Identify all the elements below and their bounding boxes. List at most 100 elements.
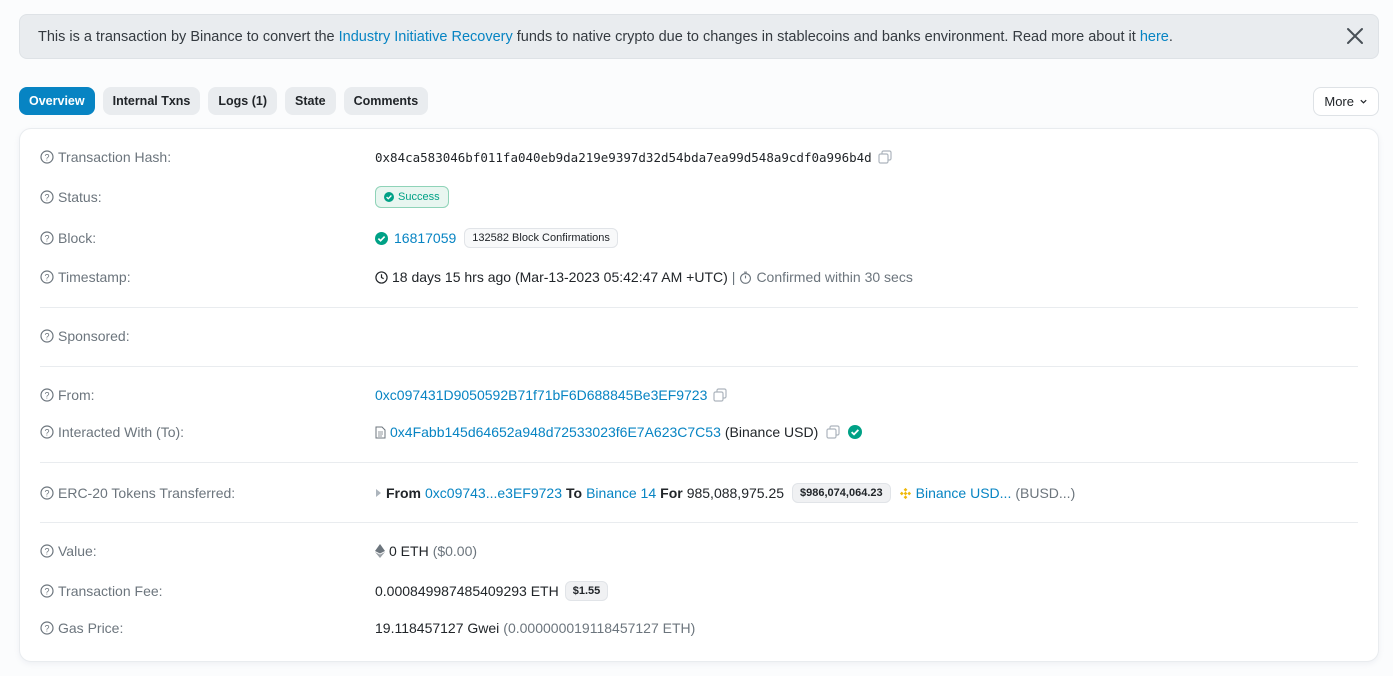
erc20-to-link[interactable]: Binance 14 [586,485,656,501]
row-gas-price: ? Gas Price: 19.118457127 Gwei (0.000000… [40,620,1358,636]
to-label: Interacted With (To): [58,424,185,440]
tab-comments[interactable]: Comments [343,87,429,115]
svg-text:?: ? [44,153,49,163]
erc20-to-word: To [566,485,583,501]
row-interacted-with: ? Interacted With (To): 0x4Fabb145d64652… [40,424,1358,440]
industry-initiative-link[interactable]: Industry Initiative Recovery [339,29,513,45]
tab-internal-txns[interactable]: Internal Txns [102,87,201,115]
gas-price-label: Gas Price: [58,620,124,636]
divider [40,307,1358,308]
help-icon: ? [40,231,54,245]
row-value: ? Value: 0 ETH ($0.00) [40,543,1358,559]
svg-text:?: ? [44,193,49,203]
row-block: ? Block: 16817059 132582 Block Confirmat… [40,228,1358,248]
busd-token-icon [899,487,912,500]
chevron-down-icon [1359,97,1368,106]
status-badge: Success [375,186,449,208]
divider [40,366,1358,367]
help-icon: ? [40,150,54,164]
contract-file-icon [375,426,386,439]
help-icon: ? [40,486,54,500]
value-eth: 0 ETH [389,543,429,559]
timestamp-label: Timestamp: [58,269,131,285]
clock-icon [375,270,388,284]
svg-text:?: ? [44,234,49,244]
caret-right-icon [375,488,382,498]
row-status: ? Status: Success [40,186,1358,208]
svg-text:?: ? [44,624,49,634]
help-icon: ? [40,190,54,204]
transaction-hash: 0x84ca583046bf011fa040eb9da219e9397d32d5… [375,149,872,165]
help-icon: ? [40,621,54,635]
banner-text: This is a transaction by Binance to conv… [38,28,1173,45]
help-icon: ? [40,544,54,558]
status-text: Success [398,191,440,203]
transaction-overview-card: ? Transaction Hash: 0x84ca583046bf011fa0… [19,128,1379,662]
help-icon: ? [40,584,54,598]
check-circle-icon [384,192,394,202]
tab-bar: Overview Internal Txns Logs (1) State Co… [19,87,429,115]
divider [40,522,1358,523]
svg-text:?: ? [44,587,49,597]
help-icon: ? [40,329,54,343]
to-contract-name: (Binance USD) [724,424,819,440]
row-hash: ? Transaction Hash: 0x84ca583046bf011fa0… [40,149,1358,165]
row-timestamp: ? Timestamp: 18 days 15 hrs ago (Mar-13-… [40,269,1358,285]
svg-text:?: ? [44,273,49,283]
block-number-link[interactable]: 16817059 [394,230,456,246]
copy-icon[interactable] [713,388,727,402]
check-circle-icon [375,231,388,245]
erc20-from-word: From [386,485,421,501]
help-icon: ? [40,388,54,402]
row-from: ? From: 0xc097431D9050592B71f71bF6D68884… [40,387,1358,403]
value-label: Value: [58,543,97,559]
erc20-for-word: For [660,485,683,501]
help-icon: ? [40,270,54,284]
erc20-label: ERC-20 Tokens Transferred: [58,485,236,501]
more-dropdown-button[interactable]: More [1313,87,1379,116]
to-address-link[interactable]: 0x4Fabb145d64652a948d72533023f6E7A623C7C… [390,424,721,440]
fee-label: Transaction Fee: [58,583,163,599]
read-more-link[interactable]: here [1140,29,1169,45]
svg-text:?: ? [44,428,49,438]
timestamp-value: 18 days 15 hrs ago (Mar-13-2023 05:42:47… [392,269,728,285]
gas-price-gwei: 19.118457127 Gwei [375,620,500,636]
divider [40,462,1358,463]
svg-text:?: ? [44,332,49,342]
close-icon[interactable] [1344,25,1366,47]
stopwatch-icon [739,271,752,284]
gas-price-eth: (0.000000019118457127 ETH) [503,620,696,636]
separator: | [731,269,736,285]
hash-label: Transaction Hash: [58,149,172,165]
tab-state[interactable]: State [285,87,336,115]
status-label: Status: [58,189,102,205]
erc20-usd-badge: $986,074,064.23 [792,483,891,503]
erc20-token-link[interactable]: Binance USD... [916,485,1012,501]
tab-overview[interactable]: Overview [19,87,95,115]
sponsored-label: Sponsored: [58,328,130,344]
fee-eth: 0.000849987485409293 ETH [375,583,559,599]
row-sponsored: ? Sponsored: [40,328,1358,344]
svg-text:?: ? [44,489,49,499]
ethereum-icon [375,544,385,558]
erc20-amount: 985,088,975.25 [686,485,785,501]
block-label: Block: [58,230,97,246]
info-banner: This is a transaction by Binance to conv… [19,14,1379,59]
row-erc20-transfers: ? ERC-20 Tokens Transferred: From 0xc097… [40,483,1358,503]
svg-text:?: ? [44,547,49,557]
row-transaction-fee: ? Transaction Fee: 0.000849987485409293 … [40,581,1358,601]
erc20-from-link[interactable]: 0xc09743...e3EF9723 [425,485,562,501]
help-icon: ? [40,425,54,439]
confirmed-within: Confirmed within 30 secs [756,269,913,285]
svg-text:?: ? [44,391,49,401]
block-confirmations-badge: 132582 Block Confirmations [464,228,618,248]
fee-usd-badge: $1.55 [564,581,609,601]
copy-icon[interactable] [878,150,892,164]
tab-logs[interactable]: Logs (1) [208,87,277,115]
verified-check-icon [848,425,863,439]
from-label: From: [58,387,95,403]
more-label: More [1324,94,1354,109]
erc20-token-symbol: (BUSD...) [1015,485,1076,501]
from-address-link[interactable]: 0xc097431D9050592B71f71bF6D688845Be3EF97… [375,387,707,403]
copy-icon[interactable] [826,425,840,439]
